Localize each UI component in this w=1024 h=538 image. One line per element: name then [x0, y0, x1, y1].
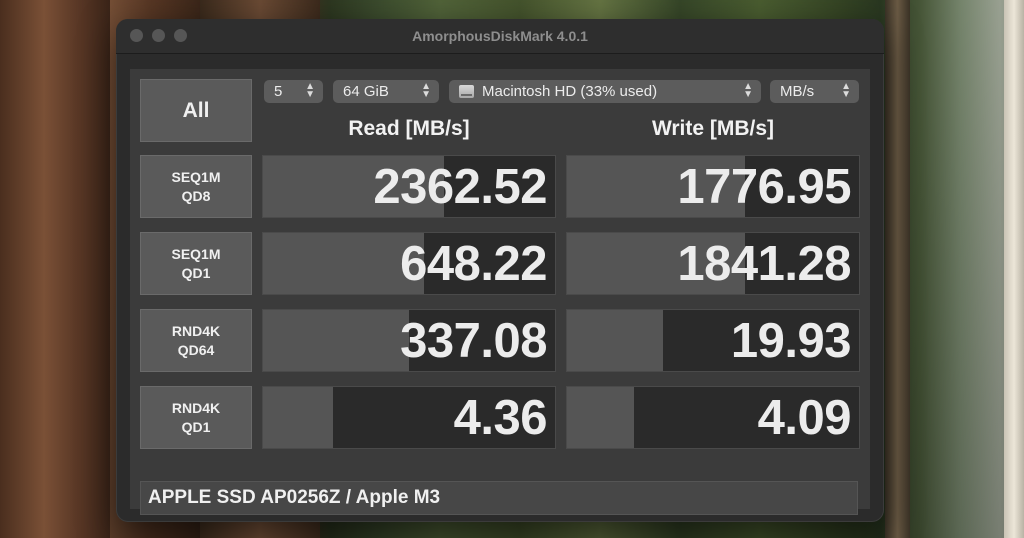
chevron-updown-icon: ▲ ▼ [305, 81, 315, 100]
test-name-line1: RND4K [171, 399, 221, 416]
run-all-button[interactable]: All [140, 79, 252, 142]
unit-select[interactable]: MB/s ▲ ▼ [770, 80, 859, 103]
write-result-value: 1776.95 [677, 159, 851, 214]
test-name-line1: RND4K [171, 322, 221, 339]
tree-trunk-right [885, 0, 910, 538]
read-result-seq1m-qd8: 2362.52 [262, 155, 556, 218]
read-result-value: 337.08 [400, 313, 547, 368]
benchmark-panel: All 5 ▲ ▼ 64 GiB ▲ ▼ Macintosh HD (33% use… [130, 69, 870, 515]
test-name-line2: QD8 [181, 187, 211, 204]
title-bar[interactable]: AmorphousDiskMark 4.0.1 [116, 19, 884, 54]
test-count-value: 5 [274, 83, 283, 100]
test-name-line1: SEQ1M [171, 245, 221, 262]
read-result-bar [263, 387, 334, 448]
chevron-updown-icon: ▲ ▼ [841, 81, 851, 100]
write-result-value: 1841.28 [677, 236, 851, 291]
write-column-header: Write [MB/s] [651, 117, 775, 140]
test-name-line1: SEQ1M [171, 168, 221, 185]
test-button-seq1m-qd1[interactable]: SEQ1M QD1 [140, 232, 252, 295]
test-button-rnd4k-qd1[interactable]: RND4K QD1 [140, 386, 252, 449]
test-size-value: 64 GiB [343, 83, 389, 100]
tree-trunk-left [0, 0, 110, 538]
read-result-value: 648.22 [400, 236, 547, 291]
test-name-line2: QD1 [181, 418, 211, 435]
unit-value: MB/s [780, 83, 815, 100]
write-result-value: 4.09 [757, 390, 852, 445]
read-result-value: 4.36 [453, 390, 548, 445]
read-result-value: 2362.52 [373, 159, 547, 214]
read-result-rnd4k-qd1: 4.36 [262, 386, 556, 449]
window-title: AmorphousDiskMark 4.0.1 [412, 28, 588, 44]
app-window: AmorphousDiskMark 4.0.1 All 5 ▲ ▼ 64 GiB … [116, 19, 884, 522]
test-name-line2: QD1 [181, 264, 211, 281]
device-info-field[interactable]: APPLE SSD AP0256Z / Apple M3 [140, 481, 858, 515]
write-result-value: 19.93 [730, 313, 852, 368]
read-result-rnd4k-qd64: 337.08 [262, 309, 556, 372]
write-result-rnd4k-qd64: 19.93 [566, 309, 860, 372]
write-result-rnd4k-qd1: 4.09 [566, 386, 860, 449]
test-button-rnd4k-qd64[interactable]: RND4K QD64 [140, 309, 252, 372]
read-column-header: Read [MB/s] [348, 117, 470, 140]
disk-value: Macintosh HD (33% used) [482, 83, 658, 100]
read-result-seq1m-qd1: 648.22 [262, 232, 556, 295]
write-result-seq1m-qd1: 1841.28 [566, 232, 860, 295]
write-result-bar [567, 310, 664, 371]
test-count-select[interactable]: 5 ▲ ▼ [264, 80, 323, 103]
read-result-bar [263, 310, 409, 371]
tree-trunk-far-right [1004, 0, 1024, 538]
test-button-seq1m-qd8[interactable]: SEQ1M QD8 [140, 155, 252, 218]
chevron-updown-icon: ▲ ▼ [421, 81, 431, 100]
test-name-line2: QD64 [177, 341, 215, 358]
chevron-updown-icon: ▲ ▼ [743, 81, 753, 100]
disk-select[interactable]: Macintosh HD (33% used) ▲ ▼ [449, 80, 761, 103]
hard-disk-icon [459, 85, 474, 98]
write-result-bar [567, 387, 635, 448]
test-size-select[interactable]: 64 GiB ▲ ▼ [333, 80, 439, 103]
write-result-seq1m-qd8: 1776.95 [566, 155, 860, 218]
